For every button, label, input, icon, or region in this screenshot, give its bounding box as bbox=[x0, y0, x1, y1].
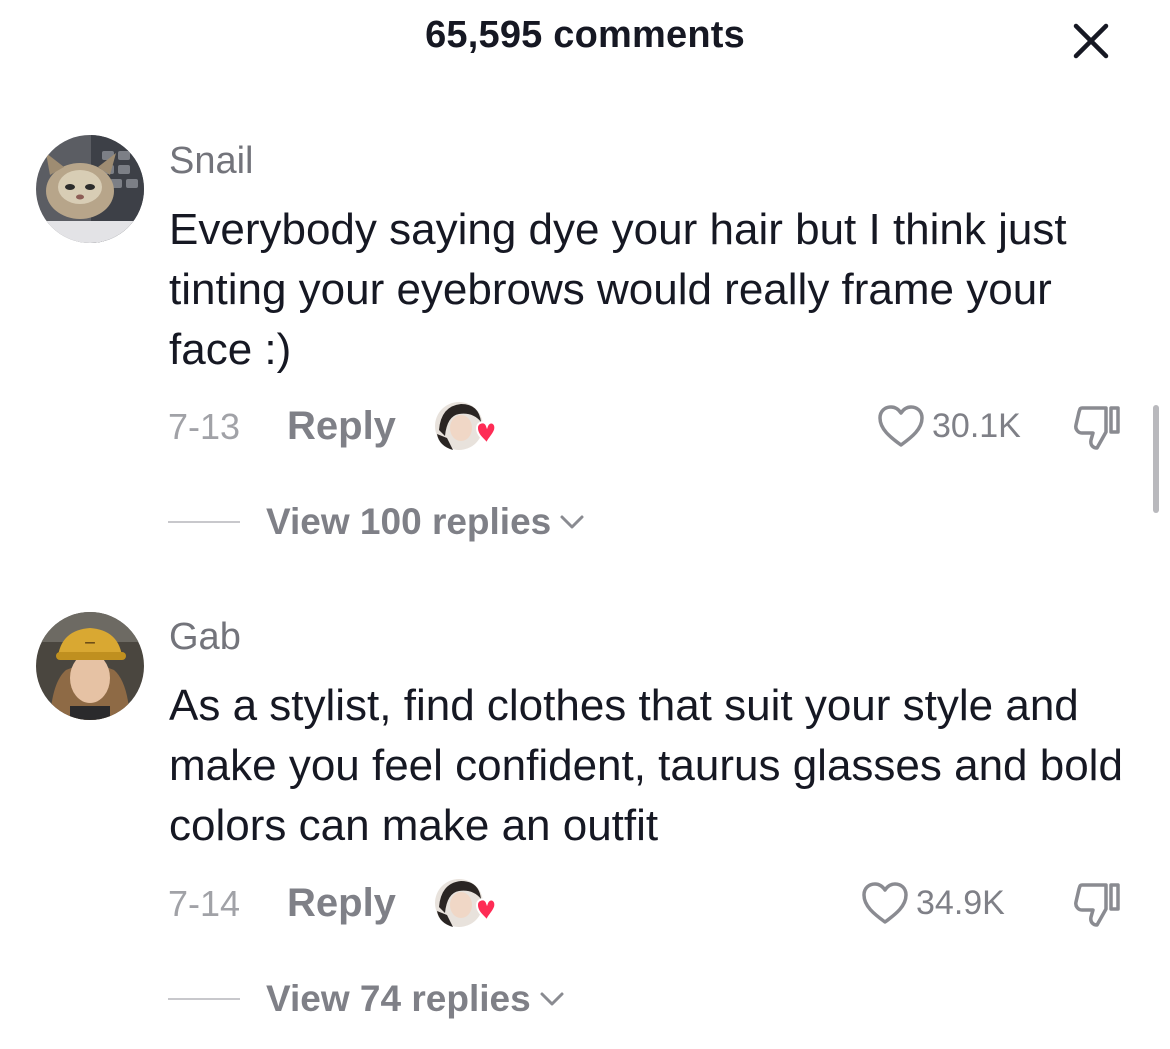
heart-outline-icon bbox=[862, 882, 908, 924]
dislike-icon[interactable] bbox=[1070, 402, 1126, 454]
avatar[interactable] bbox=[36, 135, 144, 243]
like-count: 30.1K bbox=[932, 406, 1021, 445]
like-button[interactable]: 34.9K bbox=[860, 880, 1005, 926]
reply-button[interactable]: Reply bbox=[287, 404, 396, 449]
comment-date: 7-13 bbox=[168, 406, 241, 447]
comment-username[interactable]: Snail bbox=[169, 140, 254, 183]
creator-liked-avatar-icon bbox=[435, 402, 495, 450]
comment-text: Everybody saying dye your hair but I thi… bbox=[169, 205, 1067, 374]
creator-liked-avatar-icon bbox=[435, 879, 495, 927]
view-replies-label: View 100 replies bbox=[266, 501, 552, 542]
dislike-icon[interactable] bbox=[1070, 879, 1126, 931]
view-replies-label: View 74 replies bbox=[266, 978, 531, 1019]
chevron-down-icon bbox=[540, 992, 564, 1006]
like-button[interactable]: 30.1K bbox=[876, 403, 1021, 449]
divider bbox=[168, 521, 240, 523]
comment-username[interactable]: Gab bbox=[169, 616, 241, 659]
avatar[interactable]: — bbox=[36, 612, 144, 720]
scrollbar[interactable] bbox=[1153, 405, 1159, 513]
comment-date: 7-14 bbox=[168, 883, 241, 924]
svg-text:—: — bbox=[85, 636, 96, 649]
heart-outline-icon bbox=[878, 405, 924, 447]
reply-button[interactable]: Reply bbox=[287, 881, 396, 926]
view-replies-button[interactable]: View 74 replies bbox=[168, 978, 565, 1020]
comment-text: As a stylist, find clothes that suit you… bbox=[169, 681, 1123, 850]
view-replies-button[interactable]: View 100 replies bbox=[168, 501, 585, 543]
chevron-down-icon bbox=[560, 515, 584, 529]
divider bbox=[168, 998, 240, 1000]
comments-header-title: 65,595 comments bbox=[425, 14, 745, 56]
like-count: 34.9K bbox=[916, 883, 1005, 922]
close-icon[interactable] bbox=[1066, 16, 1116, 66]
